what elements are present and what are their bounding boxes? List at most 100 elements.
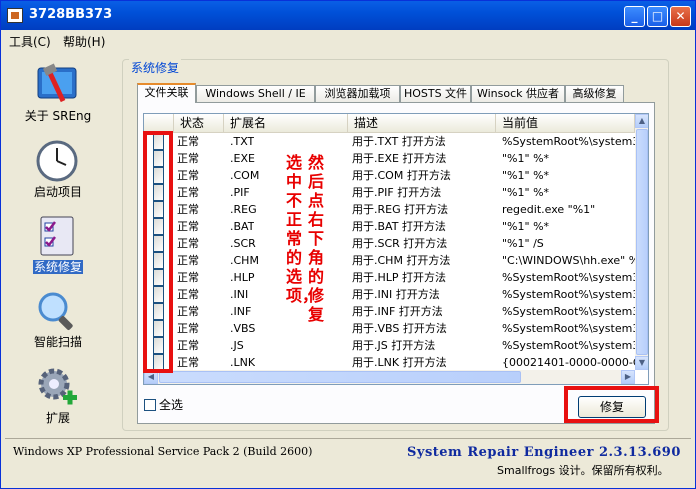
sidebar-item-smart-scan[interactable]: 智能扫描	[1, 283, 115, 357]
table-row[interactable]: 正常 .EXE 用于.EXE 打开方法 "%1" %*	[144, 150, 635, 167]
select-all-label: 全选	[159, 398, 184, 412]
sidebar-item-label: 系统修复	[32, 260, 83, 274]
tab-file-association[interactable]: 文件关联	[137, 83, 196, 103]
table-row[interactable]: 正常 .COM 用于.COM 打开方法 "%1" %*	[144, 167, 635, 184]
extension-cell: .PIF	[230, 186, 250, 199]
table-row[interactable]: 正常 .BAT 用于.BAT 打开方法 "%1" %*	[144, 218, 635, 235]
status-cell: 正常	[177, 356, 199, 369]
table-row[interactable]: 正常 .VBS 用于.VBS 打开方法 %SystemRoot%\system32\	[144, 320, 635, 337]
tab-windows-shell-ie[interactable]: Windows Shell / IE	[196, 85, 315, 102]
extension-cell: .CHM	[230, 254, 259, 267]
annotation-col2: 然后点右下角的修复	[308, 153, 325, 324]
repair-button[interactable]: 修复	[578, 396, 646, 418]
table-row[interactable]: 正常 .INF 用于.INF 打开方法 %SystemRoot%\system32\	[144, 303, 635, 320]
clock-icon	[36, 140, 78, 182]
current-value-cell: %SystemRoot%\system32\	[502, 322, 635, 335]
sidebar-item-label: 扩展	[45, 411, 70, 425]
status-bar: Windows XP Professional Service Pack 2 (…	[5, 438, 691, 483]
sidebar-item-extensions[interactable]: 扩展	[1, 359, 115, 433]
sidebar-item-label: 启动项目	[33, 185, 82, 199]
status-cell: 正常	[177, 339, 199, 352]
status-cell: 正常	[177, 220, 199, 233]
status-cell: 正常	[177, 169, 199, 182]
table-row[interactable]: 正常 .LNK 用于.LNK 打开方法 {00021401-0000-0000-C0	[144, 354, 635, 371]
description-cell: 用于.INI 打开方法	[352, 288, 440, 301]
file-association-list[interactable]: 状态 扩展名 描述 当前值 正常 .TXT 用于.TXT 打开方法 %SystemRo…	[143, 113, 649, 385]
extension-cell: .REG	[230, 203, 257, 216]
column-header-description[interactable]: 描述	[348, 114, 496, 132]
table-row[interactable]: 正常 .CHM 用于.CHM 打开方法 "C:\WINDOWS\hh.exe" %1	[144, 252, 635, 269]
sidebar-item-system-repair[interactable]: 系统修复	[1, 208, 115, 282]
table-row[interactable]: 正常 .PIF 用于.PIF 打开方法 "%1" %*	[144, 184, 635, 201]
table-row[interactable]: 正常 .SCR 用于.SCR 打开方法 "%1" /S	[144, 235, 635, 252]
maximize-button[interactable]: □	[647, 6, 668, 27]
column-header-check[interactable]	[144, 114, 174, 132]
status-cell: 正常	[177, 254, 199, 267]
current-value-cell: "%1" %*	[502, 220, 550, 233]
table-row[interactable]: 正常 .TXT 用于.TXT 打开方法 %SystemRoot%\system32\	[144, 133, 635, 150]
status-cell: 正常	[177, 271, 199, 284]
scroll-up-button[interactable]: ▲	[635, 114, 648, 128]
close-button[interactable]: ✕	[670, 6, 691, 27]
status-cell: 正常	[177, 288, 199, 301]
current-value-cell: "%1" %*	[502, 169, 550, 182]
status-cell: 正常	[177, 135, 199, 148]
description-cell: 用于.SCR 打开方法	[352, 237, 448, 250]
current-value-cell: %SystemRoot%\system32\	[502, 288, 635, 301]
extension-cell: .VBS	[230, 322, 256, 335]
annotation-col1: 选中不正常的选项，	[286, 153, 319, 305]
minimize-button[interactable]: _	[624, 6, 645, 27]
sidebar-item-about[interactable]: 关于 SREng	[1, 57, 115, 131]
sidebar-item-startup[interactable]: 启动项目	[1, 133, 115, 207]
tab-hosts-file[interactable]: HOSTS 文件	[400, 85, 471, 102]
extension-cell: .HLP	[230, 271, 255, 284]
horizontal-scrollbar[interactable]: ◀ ▶	[144, 370, 635, 384]
status-cell: 正常	[177, 237, 199, 250]
scroll-down-button[interactable]: ▼	[635, 356, 648, 370]
table-row[interactable]: 正常 .INI 用于.INI 打开方法 %SystemRoot%\system32\	[144, 286, 635, 303]
description-cell: 用于.JS 打开方法	[352, 339, 436, 352]
column-header-status[interactable]: 状态	[174, 114, 224, 132]
vertical-scroll-thumb[interactable]	[636, 129, 648, 355]
horizontal-scroll-thumb[interactable]	[159, 371, 521, 383]
status-cell: 正常	[177, 186, 199, 199]
description-cell: 用于.HLP 打开方法	[352, 271, 447, 284]
table-row[interactable]: 正常 .HLP 用于.HLP 打开方法 %SystemRoot%\system32\	[144, 269, 635, 286]
select-all-checkbox[interactable]: 全选	[144, 396, 183, 413]
menu-tools[interactable]: 工具(C)	[9, 33, 51, 50]
current-value-cell: %SystemRoot%\system32\	[502, 135, 635, 148]
current-value-cell: %SystemRoot%\system32\	[502, 271, 635, 284]
extension-cell: .BAT	[230, 220, 255, 233]
table-row[interactable]: 正常 .JS 用于.JS 打开方法 %SystemRoot%\system32\	[144, 337, 635, 354]
tab-advanced-repair[interactable]: 高级修复	[565, 85, 624, 102]
scroll-right-button[interactable]: ▶	[621, 370, 635, 384]
description-cell: 用于.COM 打开方法	[352, 169, 451, 182]
current-value-cell: "C:\WINDOWS\hh.exe" %1	[502, 254, 635, 267]
tab-browser-addons[interactable]: 浏览器加载项	[315, 85, 400, 102]
column-header-extension[interactable]: 扩展名	[224, 114, 348, 132]
description-cell: 用于.BAT 打开方法	[352, 220, 446, 233]
sidebar-item-label: 关于 SREng	[24, 109, 92, 123]
description-cell: 用于.INF 打开方法	[352, 305, 443, 318]
description-cell: 用于.REG 打开方法	[352, 203, 449, 216]
current-value-cell: %SystemRoot%\system32\	[502, 305, 635, 318]
extension-cell: .SCR	[230, 237, 256, 250]
column-header-current-value[interactable]: 当前值	[496, 114, 635, 132]
title-bar[interactable]: 3728BB373 _ □ ✕	[1, 1, 695, 30]
table-row[interactable]: 正常 .REG 用于.REG 打开方法 regedit.exe "%1"	[144, 201, 635, 218]
vertical-scrollbar[interactable]: ▲ ▼	[635, 114, 648, 370]
app-icon	[7, 8, 23, 23]
extension-cell: .EXE	[230, 152, 255, 165]
checkbox-column-highlight	[143, 131, 173, 373]
select-all-box[interactable]	[144, 399, 156, 411]
description-cell: 用于.EXE 打开方法	[352, 152, 447, 165]
tab-winsock[interactable]: Winsock 供应者	[471, 85, 565, 102]
menu-help[interactable]: 帮助(H)	[63, 33, 105, 50]
current-value-cell: "%1" %*	[502, 186, 550, 199]
extension-cell: .COM	[230, 169, 260, 182]
extension-cell: .JS	[230, 339, 244, 352]
status-cell: 正常	[177, 322, 199, 335]
description-cell: 用于.TXT 打开方法	[352, 135, 446, 148]
checklist-icon	[40, 216, 74, 256]
extension-cell: .TXT	[230, 135, 255, 148]
